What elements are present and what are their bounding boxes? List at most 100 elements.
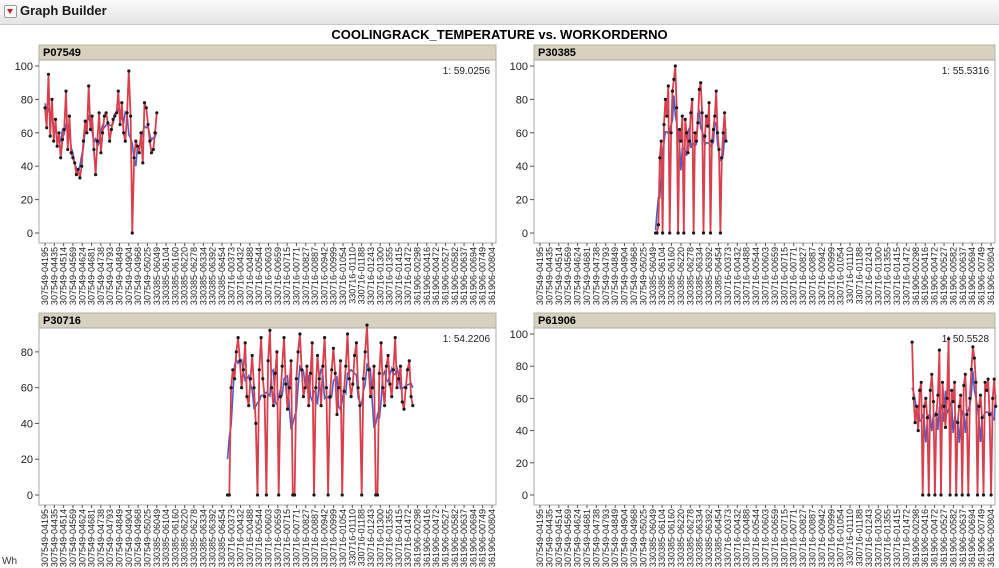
data-point [330, 368, 334, 372]
data-point [708, 231, 713, 235]
data-point [247, 404, 251, 408]
y-tick-label: 20 [21, 454, 33, 466]
data-point [97, 111, 101, 115]
x-tick-label: 361906-00804 [986, 509, 996, 567]
data-point [233, 377, 237, 381]
data-point [123, 139, 127, 143]
data-point [912, 396, 916, 400]
data-point [960, 493, 964, 497]
data-point [146, 122, 150, 127]
data-point [395, 386, 399, 390]
data-point [248, 377, 253, 381]
data-point [151, 147, 155, 152]
data-point [275, 350, 279, 354]
data-point [686, 151, 690, 155]
data-point [227, 493, 231, 497]
panel-title: P30385 [538, 47, 576, 59]
data-point [69, 151, 73, 155]
data-point [296, 350, 300, 354]
y-tick-label: 20 [21, 195, 33, 207]
plot-frame [533, 59, 996, 244]
data-point [333, 371, 337, 375]
data-point [252, 386, 256, 390]
data-point [307, 404, 311, 408]
data-point [122, 131, 126, 135]
y-tick-label: 80 [516, 94, 528, 106]
data-point [301, 395, 305, 399]
plot-frame [38, 59, 497, 244]
data-point [913, 421, 917, 425]
data-point [971, 345, 975, 349]
data-point [229, 386, 233, 390]
y-tick-label: 0 [522, 228, 528, 240]
data-point [78, 176, 82, 180]
data-point [135, 144, 140, 148]
data-point [397, 377, 401, 381]
x-tick-label: 361906-00804 [986, 247, 996, 305]
data-point [284, 382, 288, 386]
data-point [930, 372, 934, 376]
data-point [45, 126, 49, 130]
data-point [81, 139, 85, 143]
data-point [692, 231, 696, 235]
data-point [120, 101, 124, 105]
data-point [64, 89, 68, 93]
data-point [323, 336, 327, 340]
data-point [353, 353, 357, 358]
data-point [360, 493, 364, 497]
y-tick-label: 40 [21, 418, 33, 430]
data-point [293, 493, 297, 497]
data-point [245, 395, 249, 399]
data-point [400, 400, 404, 404]
data-point [130, 231, 134, 235]
data-point [50, 97, 54, 101]
data-point [102, 114, 106, 118]
x-tick-label: 361906-00804 [487, 247, 497, 305]
data-point [724, 139, 728, 143]
data-point [349, 395, 353, 399]
data-point [111, 117, 115, 121]
data-point [965, 412, 969, 417]
data-point [294, 377, 298, 381]
data-point [391, 368, 395, 372]
y-tick-label: 60 [516, 393, 528, 405]
panel-annotation: 1: 54.2206 [443, 334, 491, 345]
data-point [390, 395, 394, 399]
y-tick-label: 80 [21, 347, 33, 359]
data-point [658, 156, 662, 160]
data-point [668, 231, 672, 235]
data-point [386, 353, 390, 358]
data-point [231, 368, 235, 372]
data-point [950, 388, 954, 392]
data-point [934, 412, 939, 417]
data-point [694, 139, 699, 143]
data-point [92, 147, 96, 152]
data-point [928, 388, 932, 392]
data-point [701, 231, 706, 235]
data-point [942, 404, 946, 408]
data-point [59, 156, 63, 160]
data-point [980, 416, 984, 420]
data-point [46, 72, 51, 76]
data-point [270, 386, 274, 390]
data-point [62, 127, 66, 132]
data-point [409, 395, 413, 399]
data-point [358, 404, 362, 408]
data-point [931, 400, 936, 404]
data-point [264, 493, 268, 497]
data-point [992, 377, 996, 381]
data-point [266, 359, 270, 363]
data-point [963, 372, 967, 376]
data-point [393, 336, 397, 340]
data-point [723, 111, 727, 115]
data-point [673, 64, 677, 68]
data-point [43, 106, 47, 110]
data-point [125, 111, 129, 115]
data-point [57, 131, 61, 135]
data-point [356, 386, 360, 390]
data-point [129, 114, 133, 118]
data-point [52, 139, 56, 143]
data-point [670, 89, 675, 93]
data-point [939, 493, 943, 497]
panel-title: P61906 [538, 315, 576, 327]
